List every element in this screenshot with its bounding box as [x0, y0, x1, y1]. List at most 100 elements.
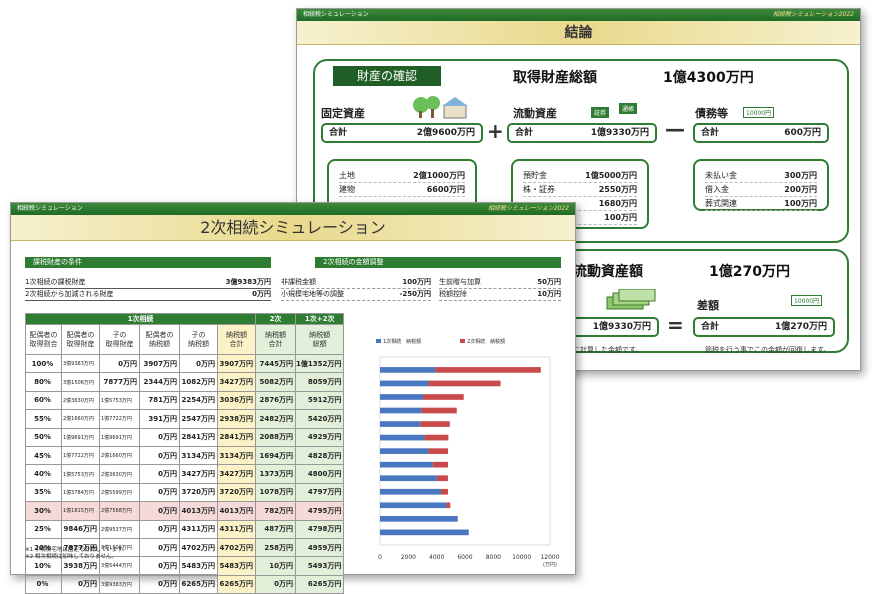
table-row: 30%1億1815万円2億7568万円0万円4013万円4013万円782万円4… — [26, 502, 344, 520]
table-row: 40%1億5753万円2億3630万円0万円3427万円3427万円1373万円… — [26, 465, 344, 483]
app-logo: 相続税シミュレーション2022 — [488, 203, 569, 215]
table-cell: 2841万円 — [180, 428, 218, 446]
table-cell: 80% — [26, 373, 62, 391]
note-left: に計算した金額です。 — [573, 345, 642, 355]
table-cell: 35% — [26, 483, 62, 501]
table-cell: 1億1352万円 — [296, 355, 344, 373]
lower-value: 1億270万円 — [709, 261, 790, 281]
table-cell: 8059万円 — [296, 373, 344, 391]
table-cell: 782万円 — [256, 502, 296, 520]
table-cell: 1億9691万円 — [100, 428, 140, 446]
x-tick-label: 2000 — [401, 554, 416, 561]
detail-row: 葬式関連100万円 — [705, 197, 817, 211]
table-cell: 60% — [26, 391, 62, 409]
x-tick-label: 6000 — [457, 554, 472, 561]
adjust-row: 小規模宅地等の調整-250万円 — [281, 289, 431, 301]
bar-segment — [429, 381, 501, 387]
total-label: 取得財産総額 — [513, 67, 597, 87]
x-tick-label: 10000 — [512, 554, 531, 561]
bar-segment — [380, 489, 441, 495]
table-cell: 4798万円 — [296, 520, 344, 538]
table-cell: 4013万円 — [180, 502, 218, 520]
table-cell: 781万円 — [140, 391, 180, 409]
footnote: ※2 相次相続は加味しておりません。 — [25, 554, 128, 561]
x-tick-label: 8000 — [486, 554, 501, 561]
column-header: 配偶者の取得割合 — [26, 325, 62, 355]
table-cell: 2億9537万円 — [100, 520, 140, 538]
table-cell: 3907万円 — [218, 355, 256, 373]
legend-label: 1次相続 納税額 — [383, 338, 421, 345]
section-adjustments: 2次相続の金額調整 — [315, 257, 561, 268]
sum-value: 1億9330万円 — [591, 125, 649, 141]
table-row: 100%3億9383万円0万円3907万円0万円3907万円7445万円1億13… — [26, 355, 344, 373]
table-cell: 4959万円 — [296, 538, 344, 556]
group-first: 1次相続 — [26, 314, 256, 325]
top-bar: 相続税シミュレーション 相続税シミュレーション2022 — [297, 9, 860, 21]
page-title: 2次相続シミュレーション — [11, 215, 575, 241]
table-cell: 6265万円 — [218, 575, 256, 593]
bar-segment — [380, 516, 458, 522]
table-cell: 6265万円 — [180, 575, 218, 593]
table-cell: 2億3630万円 — [62, 391, 100, 409]
table-cell: 3720万円 — [218, 483, 256, 501]
adjust-row: 税額控除10万円 — [439, 289, 561, 301]
table-cell: 5082万円 — [256, 373, 296, 391]
table-cell: 2088万円 — [256, 428, 296, 446]
note-right: 節税を行う事でこの金額が回復します。 — [705, 345, 830, 355]
sum-label: 合計 — [329, 125, 347, 141]
x-tick-label: 0 — [378, 554, 382, 561]
table-cell: 0万円 — [140, 483, 180, 501]
table-cell: 487万円 — [256, 520, 296, 538]
table-cell: 40% — [26, 465, 62, 483]
bar-segment — [429, 448, 448, 454]
conditions-list: 1次相続の課税財産3億9383万円 2次相続から加減される財産0万円 — [25, 277, 271, 301]
table-cell: 55% — [26, 410, 62, 428]
x-tick-label: 12000 — [540, 554, 559, 561]
table-cell: 5483万円 — [180, 557, 218, 575]
x-unit-label: (万円) — [543, 562, 557, 567]
sum-value: 600万円 — [784, 125, 821, 141]
table-cell: 3億9383万円 — [62, 355, 100, 373]
table-cell: 3720万円 — [180, 483, 218, 501]
table-cell: 0万円 — [100, 355, 140, 373]
table-cell: 2938万円 — [218, 410, 256, 428]
table-cell: 391万円 — [140, 410, 180, 428]
secondary-inheritance-sheet: 相続税シミュレーション 相続税シミュレーション2022 2次相続シミュレーション… — [10, 202, 576, 575]
table-cell: 50% — [26, 428, 62, 446]
bar-segment — [380, 394, 423, 400]
table-cell: 2億7568万円 — [100, 502, 140, 520]
table-cell: 3907万円 — [140, 355, 180, 373]
detail-row: 未払い金300万円 — [705, 169, 817, 183]
table-cell: 5493万円 — [296, 557, 344, 575]
column-header: 子の納税額 — [180, 325, 218, 355]
table-cell: 4311万円 — [180, 520, 218, 538]
table-cell: 5912万円 — [296, 391, 344, 409]
table-cell: 9846万円 — [62, 520, 100, 538]
liquid-asset-total: 合計 1億9330万円 — [507, 123, 657, 143]
table-cell: 2億1660万円 — [62, 410, 100, 428]
table-cell: 1082万円 — [180, 373, 218, 391]
detail-row: 土地2億1000万円 — [339, 169, 465, 183]
passbook-chip: 通帳 — [619, 103, 637, 114]
group-header-row: 1次相続 2次 1次+2次 — [26, 314, 344, 325]
table-cell: 4828万円 — [296, 446, 344, 464]
column-header: 納税額合計 — [256, 325, 296, 355]
table-cell: 3億1506万円 — [62, 373, 100, 391]
legend-label: 2次相続 納税額 — [467, 338, 505, 345]
diff-label: 差額 — [697, 297, 719, 313]
bar-segment — [380, 448, 429, 454]
table-cell: 1億7722万円 — [62, 446, 100, 464]
table-cell: 0万円 — [140, 575, 180, 593]
adjust-row: 生前贈与加算50万円 — [439, 277, 561, 289]
table-cell: 2547万円 — [180, 410, 218, 428]
table-cell: 2482万円 — [256, 410, 296, 428]
debt-label: 債務等 — [695, 105, 728, 121]
table-cell: 2841万円 — [218, 428, 256, 446]
column-header: 配偶者の納税額 — [140, 325, 180, 355]
table-cell: 7877万円 — [100, 373, 140, 391]
debt-detail: 未払い金300万円 借入金200万円 葬式関連100万円 — [693, 159, 829, 211]
sum-label: 合計 — [515, 125, 533, 141]
table-row: 45%1億7722万円2億1660万円0万円3134万円3134万円1694万円… — [26, 446, 344, 464]
table-cell: 2254万円 — [180, 391, 218, 409]
table-cell: 1373万円 — [256, 465, 296, 483]
